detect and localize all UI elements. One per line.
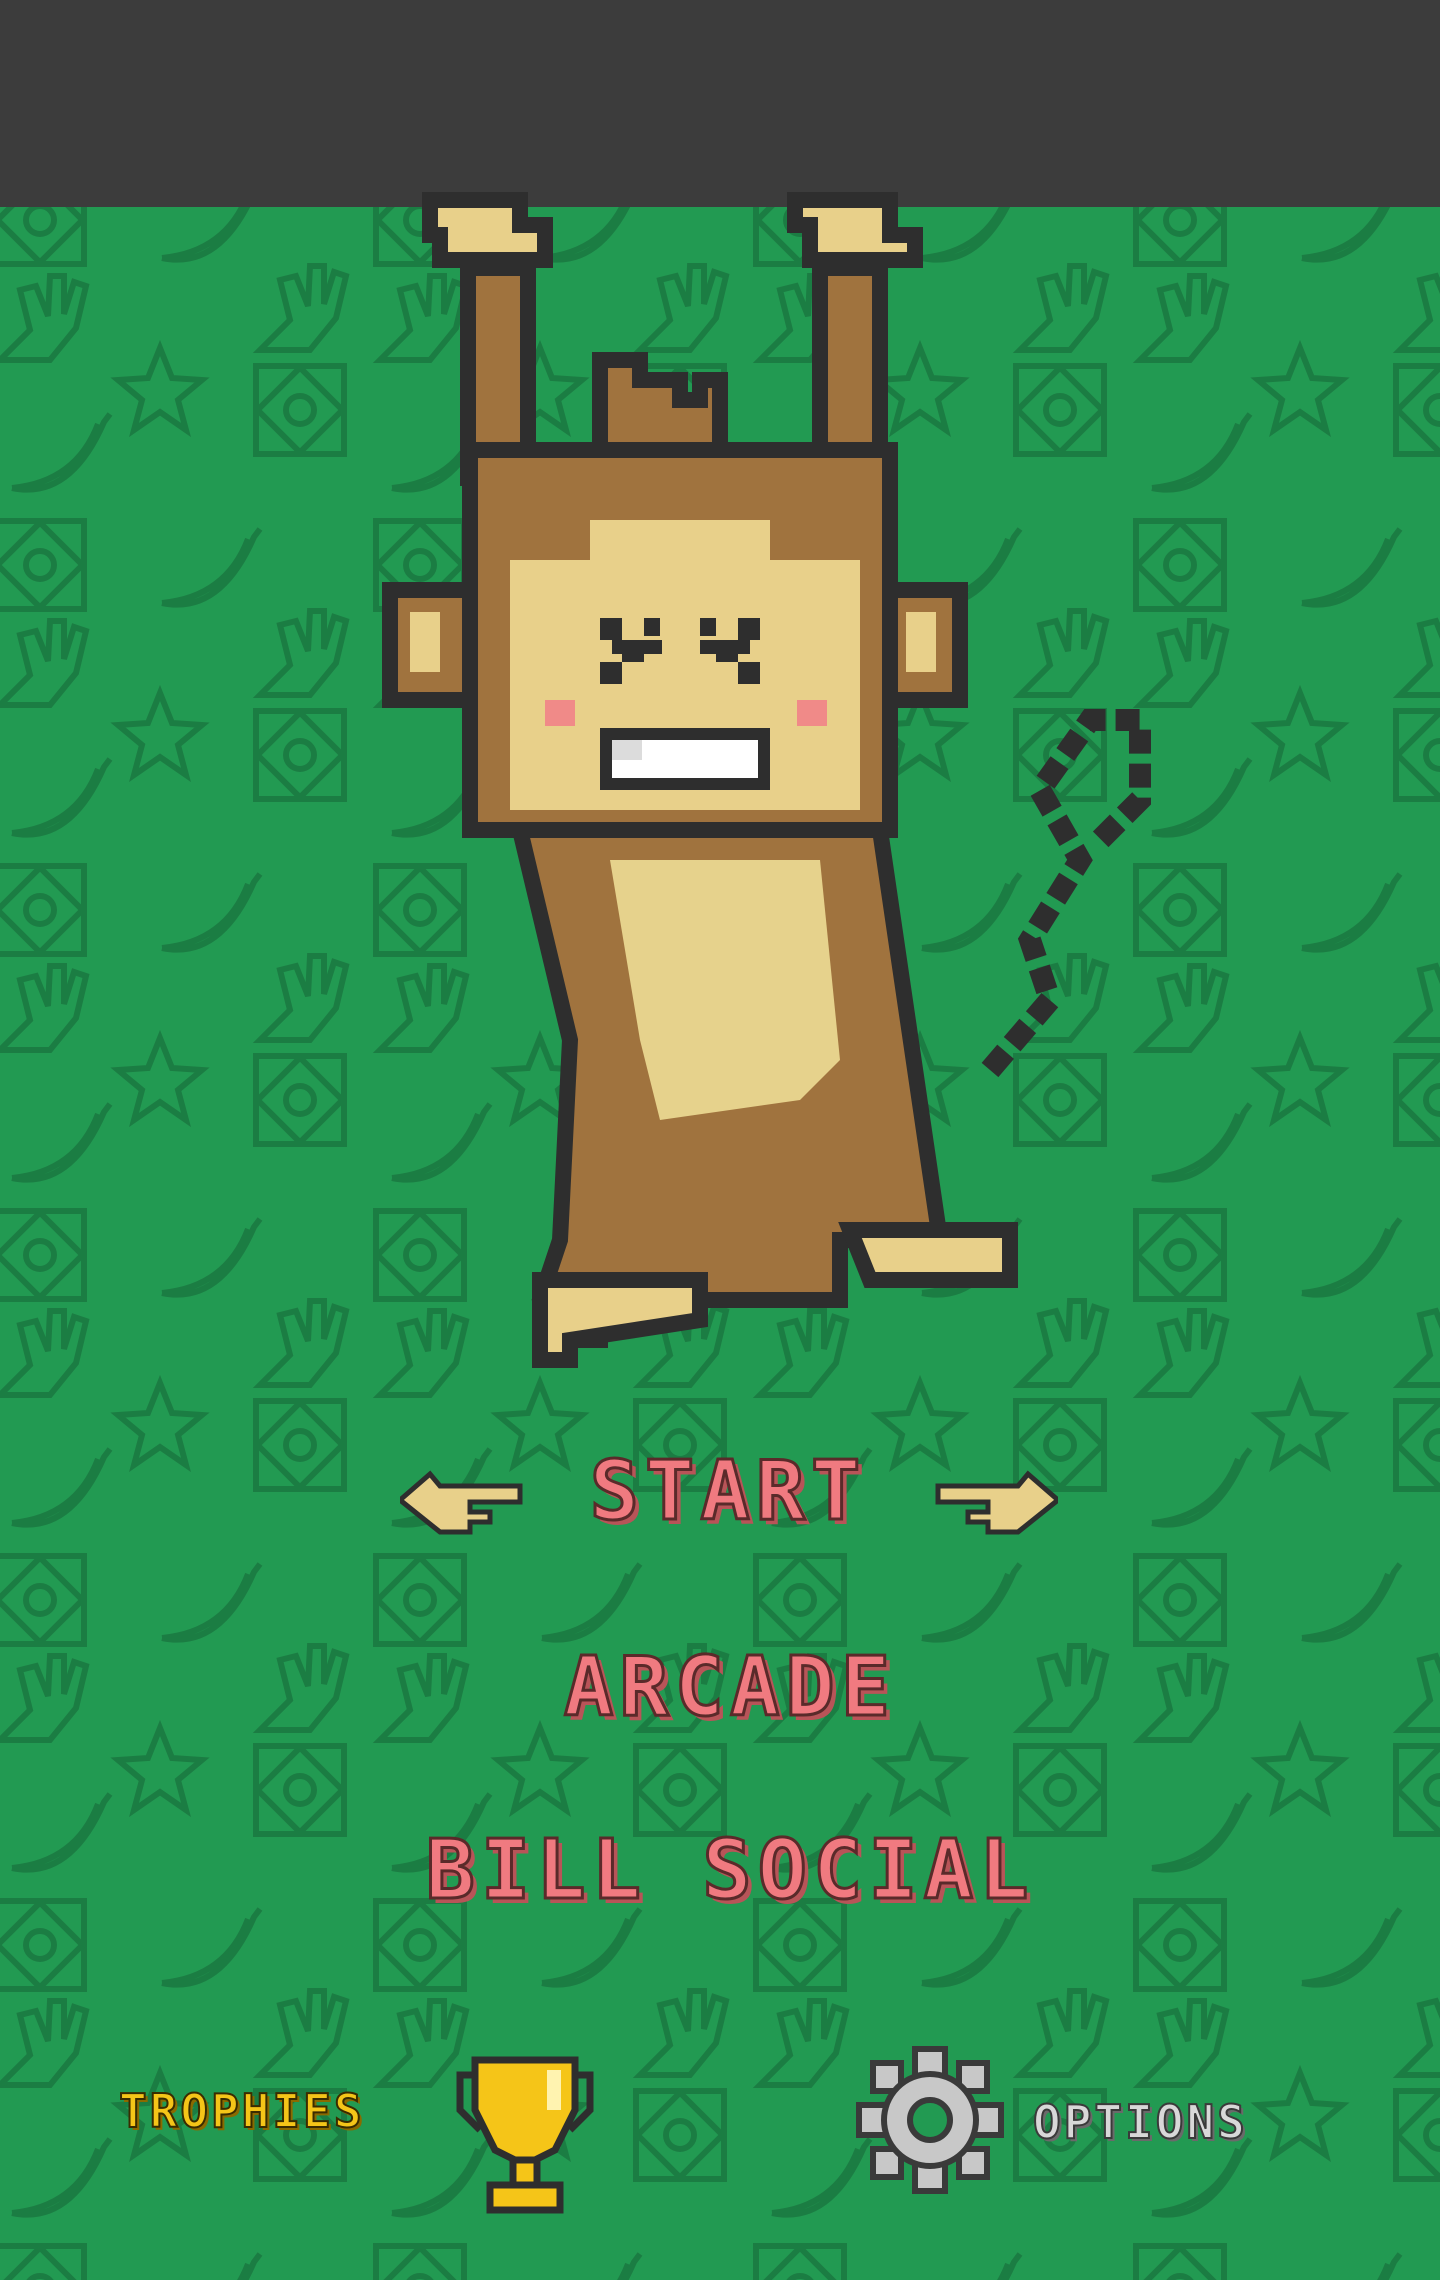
start-menu-row[interactable]: START [400,1442,1060,1552]
monkey-character [382,192,1151,1368]
trophy-icon [456,2056,594,2214]
options-label: OPTIONS [1032,2094,1248,2150]
trophies-button[interactable]: TROPHIES [115,2040,605,2220]
options-button[interactable]: OPTIONS [855,2045,1325,2205]
start-button[interactable]: START [578,1443,878,1541]
gear-icon [856,2046,1004,2194]
arcade-button[interactable]: ARCADE [520,1639,940,1737]
pointing-hand-right-icon [935,1470,1058,1535]
trophies-label: TROPHIES [118,2083,365,2139]
bill-social-button[interactable]: BILL SOCIAL [380,1822,1080,1920]
pointing-hand-left-icon [400,1470,523,1535]
